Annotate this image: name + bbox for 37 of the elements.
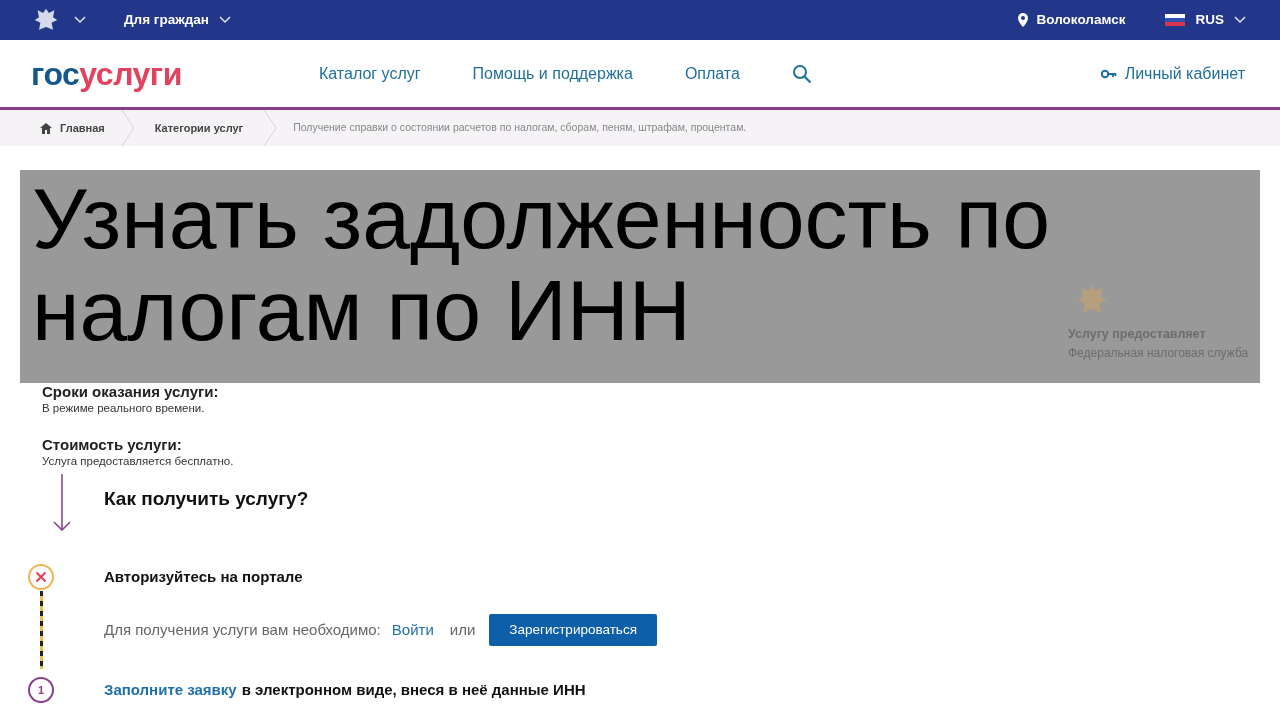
close-circle-icon <box>27 563 55 591</box>
audience-menu[interactable]: Для граждан <box>124 9 231 31</box>
arrow-down-icon <box>52 474 72 532</box>
nav-link[interactable]: Оплата <box>684 61 740 86</box>
fill-form-link[interactable]: Заполните заявку <box>104 678 237 702</box>
account-link[interactable]: Личный кабинет <box>1124 61 1245 86</box>
chevron-down-icon <box>219 16 231 24</box>
or-text: или <box>449 619 476 640</box>
logo[interactable]: госуслуги <box>31 57 319 90</box>
info-heading: Сроки оказания услуги: <box>42 383 220 401</box>
chevron-down-icon <box>74 16 86 24</box>
search-icon[interactable] <box>791 63 812 84</box>
step-title: Авторизуйтесь на портале <box>104 567 304 587</box>
chevron-right-icon <box>120 110 135 146</box>
info-text: В режиме реального времени. <box>42 401 206 415</box>
section-title: Как получить услугу? <box>104 486 309 511</box>
step-number: 1 <box>28 677 54 703</box>
language-button[interactable]: RUS <box>1165 9 1246 31</box>
key-icon <box>1100 68 1117 79</box>
register-button[interactable]: Зарегистрироваться <box>489 614 657 646</box>
flag-icon <box>1165 14 1186 26</box>
nav-link[interactable]: Каталог услуг <box>319 61 421 86</box>
location-pin-icon <box>1017 13 1028 27</box>
chevron-down-icon <box>1234 16 1246 24</box>
step-title: в электронном виде, внеся в неё данные ИНН <box>241 679 586 700</box>
info-heading: Стоимость услуги: <box>42 436 183 454</box>
breadcrumb-link[interactable]: Главная <box>0 119 121 137</box>
location-button[interactable]: Волоколамск <box>1036 9 1126 31</box>
breadcrumb-link[interactable]: Категории услуг <box>134 119 264 137</box>
step-prompt: Для получения услуги вам необходимо: <box>104 619 381 640</box>
chevron-right-icon <box>263 110 278 146</box>
info-text: Услуга предоставляется бесплатно. <box>42 454 235 468</box>
login-link[interactable]: Войти <box>391 618 434 642</box>
breadcrumb-current: Получение справки о состоянии расчетов по налогам, сборам, пеням, штрафам, процентам. <box>292 120 748 136</box>
nav-link[interactable]: Помощь и поддержка <box>472 61 633 86</box>
banner-title: Узнать задолженность по налогам по ИНН <box>31 170 1051 356</box>
home-icon <box>40 122 52 134</box>
